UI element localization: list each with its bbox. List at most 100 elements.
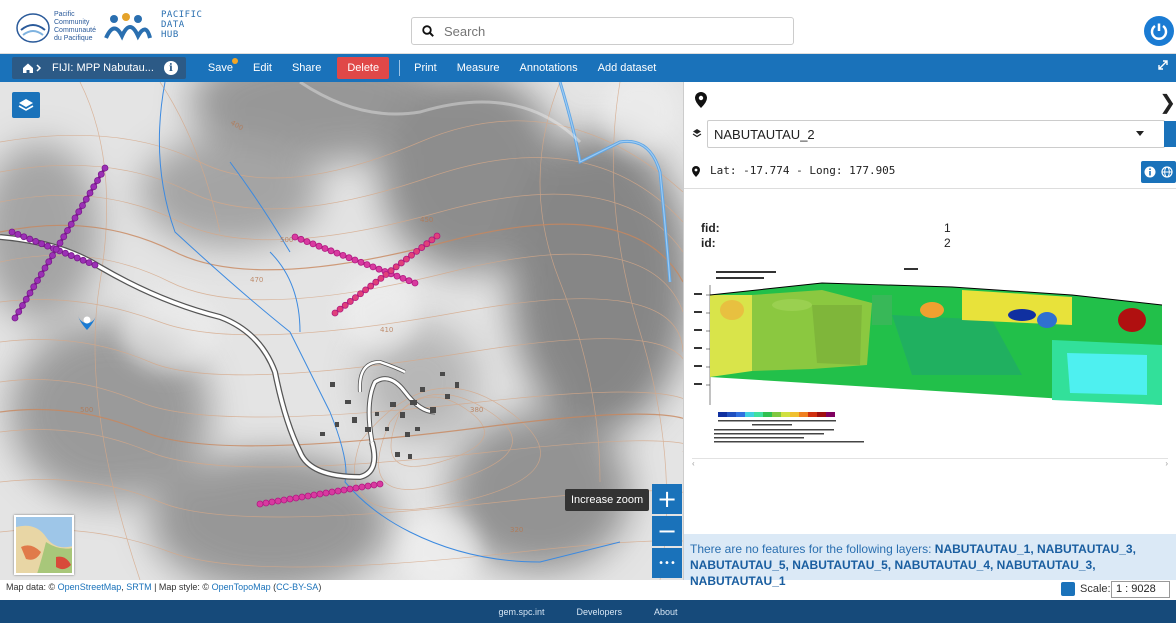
footer-link-gem[interactable]: gem.spc.int (498, 607, 544, 617)
home-icon (23, 63, 42, 73)
electrode-point (274, 497, 282, 505)
add-dataset-button[interactable]: Add dataset (588, 57, 667, 79)
svg-text:470: 470 (250, 276, 263, 284)
layer-select[interactable]: NABUTAUTAU_2 (707, 120, 1165, 148)
electrode-point (346, 298, 354, 305)
hub-line-1: PACIFIC (161, 10, 203, 20)
electrode-point (341, 301, 349, 309)
osm-link[interactable]: OpenStreetMap (58, 582, 122, 592)
logo-line-3: Communauté (54, 27, 97, 34)
electrode-point (387, 267, 395, 275)
scroll-left-icon[interactable]: ‹ (692, 459, 695, 468)
layers-icon (18, 99, 34, 111)
breadcrumb[interactable]: FIJI: MPP Nabutau... i (12, 57, 186, 79)
electrode-point (37, 270, 45, 278)
svg-text:500: 500 (280, 236, 293, 244)
search-input[interactable] (444, 23, 744, 39)
electrode-point (402, 255, 410, 263)
electrode-point (49, 252, 56, 259)
pacific-data-hub-logo[interactable]: Pacific Community Communauté du Pacifiqu… (16, 8, 216, 48)
electrode-point (60, 233, 68, 241)
electrode-point (82, 195, 90, 203)
electrode-point (382, 271, 390, 278)
map-canvas[interactable]: 400 500 450 410 380 500 320 470 Increase… (0, 82, 683, 580)
share-button[interactable]: Share (282, 57, 331, 79)
attribute-value-id: 2 (944, 236, 951, 250)
electrode-point (315, 242, 323, 250)
license-link[interactable]: CC-BY-SA (276, 582, 318, 592)
electrode-point (75, 208, 83, 216)
electrode-point (316, 490, 324, 498)
electrode-point (339, 251, 347, 259)
footer-link-about[interactable]: About (654, 607, 678, 617)
electrode-point (367, 282, 375, 290)
electrode-point (85, 259, 93, 267)
measure-button[interactable]: Measure (447, 57, 510, 79)
scale-input[interactable]: 1 : 9028 (1111, 581, 1170, 598)
scroll-right-icon[interactable]: › (1165, 459, 1168, 468)
electrode-point (8, 228, 16, 236)
electrode-point (32, 238, 40, 245)
info-icon[interactable]: i (163, 61, 178, 75)
delete-button[interactable]: Delete (337, 57, 390, 79)
edit-button[interactable]: Edit (243, 57, 282, 79)
zoom-out-button[interactable]: − (652, 516, 682, 546)
electrode-point (11, 314, 19, 322)
power-button[interactable] (1144, 16, 1174, 46)
electrode-point (363, 261, 371, 269)
annotations-button[interactable]: Annotations (510, 57, 588, 79)
electrode-point (333, 249, 341, 257)
zoom-tooltip: Increase zoom (565, 489, 650, 511)
electrode-point (67, 252, 75, 259)
minimap-image (16, 517, 72, 573)
logo-line-1: Pacific (54, 11, 75, 18)
electrode-point (369, 263, 377, 271)
footer-link-developers[interactable]: Developers (576, 607, 622, 617)
globe-icon[interactable] (1161, 166, 1173, 178)
search-box[interactable] (411, 17, 794, 45)
electrode-point (362, 286, 370, 294)
layer-settings-button[interactable] (1164, 121, 1176, 147)
more-options-button[interactable]: ••• (652, 548, 682, 578)
electrode-point (73, 254, 81, 262)
save-label: Save (207, 62, 233, 74)
resistivity-profile-image[interactable] (692, 265, 1170, 445)
scale-toggle-icon[interactable] (1061, 582, 1075, 596)
svg-text:450: 450 (420, 216, 433, 224)
coordinate-actions (1141, 161, 1176, 183)
panel-divider (684, 188, 1176, 189)
zoom-in-button[interactable]: + (652, 484, 682, 514)
electrode-point (38, 240, 46, 248)
toolbar-divider (399, 60, 401, 76)
fullscreen-icon[interactable] (1158, 60, 1168, 73)
svg-text:320: 320 (510, 526, 523, 534)
electrode-point (15, 308, 23, 316)
notice-prefix: There are no features for the following … (690, 542, 935, 556)
overview-minimap[interactable] (14, 515, 74, 575)
scale-label: Scale: (1080, 583, 1111, 595)
srtm-link[interactable]: SRTM (126, 582, 151, 592)
electrode-point (358, 483, 366, 491)
electrode-point (14, 230, 22, 238)
profile-horizontal-scrollbar[interactable]: ‹ › (692, 458, 1168, 468)
electrode-point (418, 244, 426, 251)
close-panel-button[interactable]: ❯ (1159, 90, 1176, 114)
breadcrumb-map-title: FIJI: MPP Nabutau... (52, 62, 154, 74)
attribution-close: ) (318, 582, 322, 592)
electrode-point (408, 251, 415, 259)
opentopomap-link[interactable]: OpenTopoMap (212, 582, 271, 592)
save-button[interactable]: Save (198, 57, 243, 79)
electrode-point (328, 488, 336, 496)
electrode-point (22, 295, 30, 303)
layers-button[interactable] (12, 92, 40, 118)
info-circle-icon[interactable] (1144, 166, 1156, 178)
electrode-point (336, 305, 344, 313)
search-icon (422, 25, 434, 37)
print-button[interactable]: Print (404, 57, 447, 79)
attribute-value-fid: 1 (944, 221, 951, 235)
hub-line-3: HUB (161, 30, 179, 40)
electrode-point (392, 263, 400, 271)
electrode-point (268, 498, 276, 506)
electrode-point (309, 240, 317, 248)
electrode-point (30, 283, 38, 291)
